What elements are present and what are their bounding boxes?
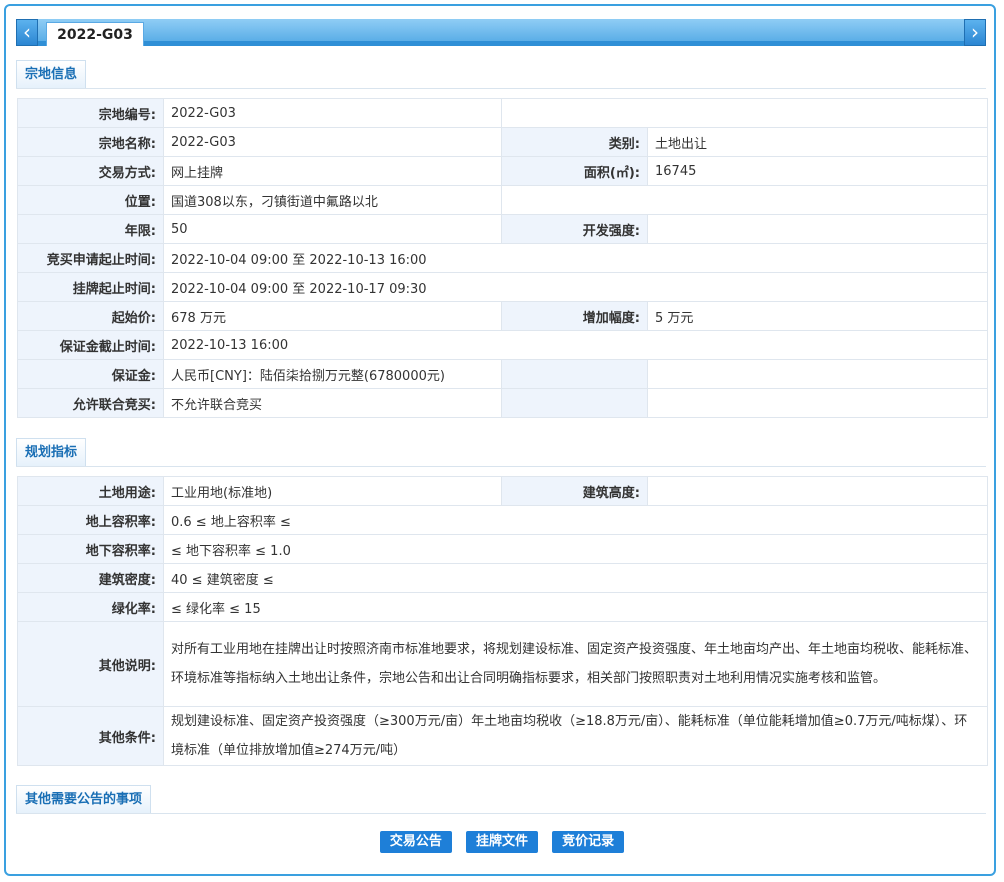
table-row: 保证金: 人民币[CNY]：陆佰柒拾捌万元整(6780000元) — [17, 359, 988, 389]
field-label: 其他说明: — [17, 621, 164, 707]
table-row: 竞买申请起止时间: 2022-10-04 09:00 至 2022-10-13 … — [17, 243, 988, 273]
table-row: 地上容积率: 0.6 ≤ 地上容积率 ≤ — [17, 505, 988, 535]
tab-bar-underline — [16, 41, 986, 46]
other-conditions-value: 规划建设标准、固定资产投资强度（≥300万元/亩）年土地亩均税收（≥18.8万元… — [163, 706, 988, 766]
intensity-value — [647, 214, 988, 244]
empty-value — [647, 359, 988, 389]
field-label: 地上容积率: — [17, 505, 164, 535]
density-value: 40 ≤ 建筑密度 ≤ — [163, 563, 988, 593]
table-row: 绿化率: ≤ 绿化率 ≤ 15 — [17, 592, 988, 622]
area-value: 16745 — [647, 156, 988, 186]
start-price-value: 678 万元 — [163, 301, 502, 331]
field-label: 宗地编号: — [17, 98, 164, 128]
table-row: 宗地编号: 2022-G03 — [17, 98, 988, 128]
table-row: 土地用途: 工业用地(标准地) 建筑高度: — [17, 476, 988, 506]
parcel-code-value: 2022-G03 — [163, 98, 502, 128]
chevron-right-icon[interactable]: › — [964, 19, 986, 46]
table-row: 地下容积率: ≤ 地下容积率 ≤ 1.0 — [17, 534, 988, 564]
land-use-value: 工业用地(标准地) — [163, 476, 502, 506]
action-buttons: 交易公告 挂牌文件 竞价记录 — [0, 831, 1004, 853]
field-label: 位置: — [17, 185, 164, 215]
field-label: 允许联合竞买: — [17, 388, 164, 418]
far-below-value: ≤ 地下容积率 ≤ 1.0 — [163, 534, 988, 564]
field-label: 起始价: — [17, 301, 164, 331]
green-rate-value: ≤ 绿化率 ≤ 15 — [163, 592, 988, 622]
tab-bar: ‹ 2022-G03 › — [16, 19, 986, 46]
empty-label — [501, 359, 648, 389]
field-label: 建筑高度: — [501, 476, 648, 506]
table-row: 年限: 50 开发强度: — [17, 214, 988, 244]
section-parcel-info: 宗地信息 — [16, 60, 986, 89]
planning-table: 土地用途: 工业用地(标准地) 建筑高度: 地上容积率: 0.6 ≤ 地上容积率… — [17, 476, 988, 766]
bid-record-button[interactable]: 竞价记录 — [552, 831, 625, 853]
field-label: 地下容积率: — [17, 534, 164, 564]
table-row: 保证金截止时间: 2022-10-13 16:00 — [17, 330, 988, 360]
field-label: 宗地名称: — [17, 127, 164, 157]
building-height-value — [647, 476, 988, 506]
table-row: 其他条件: 规划建设标准、固定资产投资强度（≥300万元/亩）年土地亩均税收（≥… — [17, 706, 988, 766]
field-label: 保证金截止时间: — [17, 330, 164, 360]
listing-period-value: 2022-10-04 09:00 至 2022-10-17 09:30 — [163, 272, 988, 302]
field-label: 保证金: — [17, 359, 164, 389]
parcel-name-value: 2022-G03 — [163, 127, 502, 157]
table-row: 建筑密度: 40 ≤ 建筑密度 ≤ — [17, 563, 988, 593]
increment-value: 5 万元 — [647, 301, 988, 331]
far-above-value: 0.6 ≤ 地上容积率 ≤ — [163, 505, 988, 535]
field-label: 其他条件: — [17, 706, 164, 766]
trade-method-value: 网上挂牌 — [163, 156, 502, 186]
other-notes-value: 对所有工业用地在挂牌出让时按照济南市标准地要求，将规划建设标准、固定资产投资强度… — [163, 621, 988, 707]
deposit-value: 人民币[CNY]：陆佰柒拾捌万元整(6780000元) — [163, 359, 502, 389]
announcement-button[interactable]: 交易公告 — [379, 831, 452, 853]
field-label: 面积(㎡): — [501, 156, 648, 186]
field-label: 类别: — [501, 127, 648, 157]
empty-value — [647, 388, 988, 418]
field-label: 增加幅度: — [501, 301, 648, 331]
empty-label — [501, 388, 648, 418]
section-title: 规划指标 — [16, 438, 87, 466]
location-value: 国道308以东，刁镇街道中氟路以北 — [163, 185, 502, 215]
section-title: 其他需要公告的事项 — [16, 785, 152, 813]
table-row: 宗地名称: 2022-G03 类别: 土地出让 — [17, 127, 988, 157]
table-row: 允许联合竞买: 不允许联合竞买 — [17, 388, 988, 418]
table-row: 起始价: 678 万元 增加幅度: 5 万元 — [17, 301, 988, 331]
field-label: 交易方式: — [17, 156, 164, 186]
section-title: 宗地信息 — [16, 60, 87, 88]
table-row: 交易方式: 网上挂牌 面积(㎡): 16745 — [17, 156, 988, 186]
table-row: 挂牌起止时间: 2022-10-04 09:00 至 2022-10-17 09… — [17, 272, 988, 302]
field-label: 年限: — [17, 214, 164, 244]
category-value: 土地出让 — [647, 127, 988, 157]
table-row: 其他说明: 对所有工业用地在挂牌出让时按照济南市标准地要求，将规划建设标准、固定… — [17, 621, 988, 707]
listing-docs-button[interactable]: 挂牌文件 — [465, 831, 538, 853]
table-row: 位置: 国道308以东，刁镇街道中氟路以北 — [17, 185, 988, 215]
term-value: 50 — [163, 214, 502, 244]
section-planning: 规划指标 — [16, 438, 986, 467]
parcel-info-table: 宗地编号: 2022-G03 宗地名称: 2022-G03 类别: 土地出让 交… — [17, 98, 988, 418]
field-label: 开发强度: — [501, 214, 648, 244]
field-label: 土地用途: — [17, 476, 164, 506]
chevron-left-icon[interactable]: ‹ — [16, 19, 38, 46]
section-other-matters: 其他需要公告的事项 — [16, 785, 986, 814]
field-label: 绿化率: — [17, 592, 164, 622]
deposit-deadline-value: 2022-10-13 16:00 — [163, 330, 988, 360]
joint-bid-value: 不允许联合竞买 — [163, 388, 502, 418]
field-label: 竞买申请起止时间: — [17, 243, 164, 273]
tab-parcel[interactable]: 2022-G03 — [46, 22, 144, 46]
apply-period-value: 2022-10-04 09:00 至 2022-10-13 16:00 — [163, 243, 988, 273]
field-label: 建筑密度: — [17, 563, 164, 593]
field-label: 挂牌起止时间: — [17, 272, 164, 302]
